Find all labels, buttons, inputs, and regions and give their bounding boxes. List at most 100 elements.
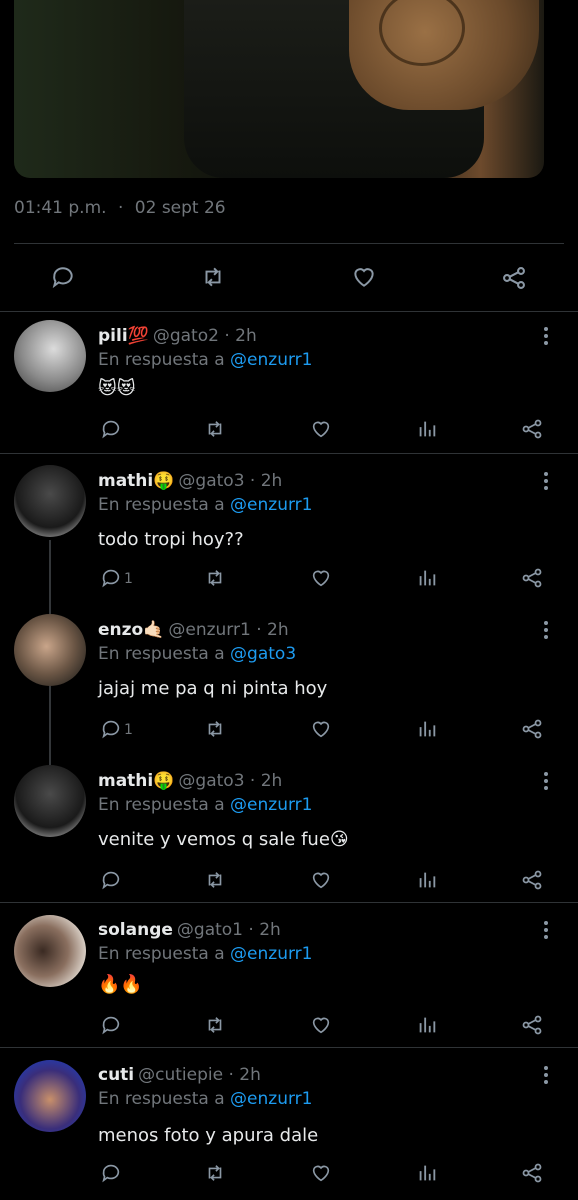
reply-item[interactable]: enzo🤙🏻 @enzurr1 · 2h En respuesta a @gato… bbox=[0, 614, 578, 754]
reply-icon[interactable] bbox=[100, 869, 122, 891]
analytics-icon[interactable] bbox=[416, 1162, 438, 1184]
reply-header: enzo🤙🏻 @enzurr1 · 2h bbox=[98, 620, 289, 640]
heart-icon[interactable] bbox=[350, 264, 378, 290]
tweet-meta-separator: · bbox=[117, 198, 124, 218]
reply-actions: 1 bbox=[0, 565, 578, 595]
analytics-icon[interactable] bbox=[416, 718, 438, 740]
reply-text: venite y vemos q sale fue😘 bbox=[98, 829, 349, 850]
in-reply-to: En respuesta a @enzurr1 bbox=[98, 350, 312, 370]
reply-icon[interactable] bbox=[100, 567, 122, 589]
in-reply-to: En respuesta a @enzurr1 bbox=[98, 944, 312, 964]
display-name[interactable]: enzo🤙🏻 bbox=[98, 620, 164, 640]
analytics-icon[interactable] bbox=[416, 1014, 438, 1036]
avatar[interactable] bbox=[14, 1060, 86, 1132]
analytics-icon[interactable] bbox=[416, 567, 438, 589]
heart-icon[interactable] bbox=[309, 1014, 333, 1036]
divider bbox=[0, 902, 578, 903]
reply-item[interactable]: mathi🤑 @gato3 · 2h En respuesta a @enzurr… bbox=[0, 465, 578, 605]
avatar[interactable] bbox=[14, 320, 86, 392]
handle: @enzurr1 · 2h bbox=[168, 620, 289, 640]
reply-icon[interactable] bbox=[100, 418, 122, 440]
heart-icon[interactable] bbox=[309, 567, 333, 589]
reply-icon[interactable] bbox=[100, 1014, 122, 1036]
avatar[interactable] bbox=[14, 915, 86, 987]
tweet-timestamp: 01:41 p.m. · 02 sept 26 bbox=[14, 198, 232, 218]
share-icon[interactable] bbox=[520, 566, 544, 590]
reply-icon[interactable] bbox=[50, 264, 76, 290]
in-reply-prefix: En respuesta a bbox=[98, 350, 225, 370]
handle: @cutiepie · 2h bbox=[138, 1065, 261, 1085]
more-options-icon[interactable] bbox=[536, 769, 556, 793]
in-reply-prefix: En respuesta a bbox=[98, 1089, 225, 1109]
more-options-icon[interactable] bbox=[536, 469, 556, 493]
display-name[interactable]: cuti bbox=[98, 1065, 134, 1085]
share-icon[interactable] bbox=[520, 417, 544, 441]
display-name[interactable]: mathi🤑 bbox=[98, 771, 174, 791]
display-name[interactable]: solange bbox=[98, 920, 173, 940]
analytics-icon[interactable] bbox=[416, 418, 438, 440]
mention-link[interactable]: @gato3 bbox=[230, 644, 296, 664]
in-reply-prefix: En respuesta a bbox=[98, 644, 225, 664]
retweet-icon[interactable] bbox=[203, 718, 227, 740]
mention-link[interactable]: @enzurr1 bbox=[230, 944, 312, 964]
tweet-photo[interactable] bbox=[14, 0, 544, 178]
reply-item[interactable]: cuti @cutiepie · 2h En respuesta a @enzur… bbox=[0, 1055, 578, 1200]
retweet-icon[interactable] bbox=[203, 869, 227, 891]
retweet-icon[interactable] bbox=[203, 418, 227, 440]
handle: @gato3 · 2h bbox=[178, 471, 283, 491]
share-icon[interactable] bbox=[520, 1161, 544, 1185]
reply-header: pili💯 @gato2 · 2h bbox=[98, 326, 257, 346]
reply-actions bbox=[0, 867, 578, 897]
handle: @gato2 · 2h bbox=[152, 326, 257, 346]
reply-actions bbox=[0, 416, 578, 446]
share-icon[interactable] bbox=[500, 264, 528, 292]
reply-header: solange @gato1 · 2h bbox=[98, 920, 281, 940]
mention-link[interactable]: @enzurr1 bbox=[230, 350, 312, 370]
mention-link[interactable]: @enzurr1 bbox=[230, 1089, 312, 1109]
reply-count: 1 bbox=[124, 571, 133, 587]
mention-link[interactable]: @enzurr1 bbox=[230, 795, 312, 815]
in-reply-to: En respuesta a @enzurr1 bbox=[98, 495, 312, 515]
reply-icon[interactable] bbox=[100, 1162, 122, 1184]
heart-icon[interactable] bbox=[309, 418, 333, 440]
divider bbox=[0, 1047, 578, 1048]
divider bbox=[0, 453, 578, 454]
reply-icon[interactable] bbox=[100, 718, 122, 740]
reply-text: 🔥🔥 bbox=[98, 974, 143, 995]
analytics-icon[interactable] bbox=[416, 869, 438, 891]
in-reply-to: En respuesta a @enzurr1 bbox=[98, 1089, 312, 1109]
reply-text: 😻😻 bbox=[98, 378, 136, 399]
share-icon[interactable] bbox=[520, 868, 544, 892]
reply-item[interactable]: solange @gato1 · 2h En respuesta a @enzur… bbox=[0, 910, 578, 1040]
more-options-icon[interactable] bbox=[536, 918, 556, 942]
reply-item[interactable]: pili💯 @gato2 · 2h En respuesta a @enzurr1… bbox=[0, 320, 578, 452]
reply-text: jajaj me pa q ni pinta hoy bbox=[98, 678, 328, 699]
reply-actions bbox=[0, 1160, 578, 1190]
retweet-icon[interactable] bbox=[203, 1162, 227, 1184]
in-reply-prefix: En respuesta a bbox=[98, 795, 225, 815]
heart-icon[interactable] bbox=[309, 869, 333, 891]
photo-arm-shape bbox=[349, 0, 539, 110]
handle: @gato3 · 2h bbox=[178, 771, 283, 791]
retweet-icon[interactable] bbox=[203, 1014, 227, 1036]
reply-header: cuti @cutiepie · 2h bbox=[98, 1065, 261, 1085]
more-options-icon[interactable] bbox=[536, 324, 556, 348]
divider bbox=[0, 311, 578, 312]
avatar[interactable] bbox=[14, 465, 86, 537]
more-options-icon[interactable] bbox=[536, 1063, 556, 1087]
mention-link[interactable]: @enzurr1 bbox=[230, 495, 312, 515]
heart-icon[interactable] bbox=[309, 718, 333, 740]
heart-icon[interactable] bbox=[309, 1162, 333, 1184]
display-name[interactable]: pili💯 bbox=[98, 326, 149, 346]
retweet-icon[interactable] bbox=[199, 264, 227, 290]
reply-item[interactable]: mathi🤑 @gato3 · 2h En respuesta a @enzurr… bbox=[0, 765, 578, 895]
more-options-icon[interactable] bbox=[536, 618, 556, 642]
reply-header: mathi🤑 @gato3 · 2h bbox=[98, 471, 282, 491]
avatar[interactable] bbox=[14, 614, 86, 686]
avatar[interactable] bbox=[14, 765, 86, 837]
share-icon[interactable] bbox=[520, 1013, 544, 1037]
share-icon[interactable] bbox=[520, 717, 544, 741]
retweet-icon[interactable] bbox=[203, 567, 227, 589]
display-name[interactable]: mathi🤑 bbox=[98, 471, 174, 491]
reply-actions: 1 bbox=[0, 716, 578, 746]
